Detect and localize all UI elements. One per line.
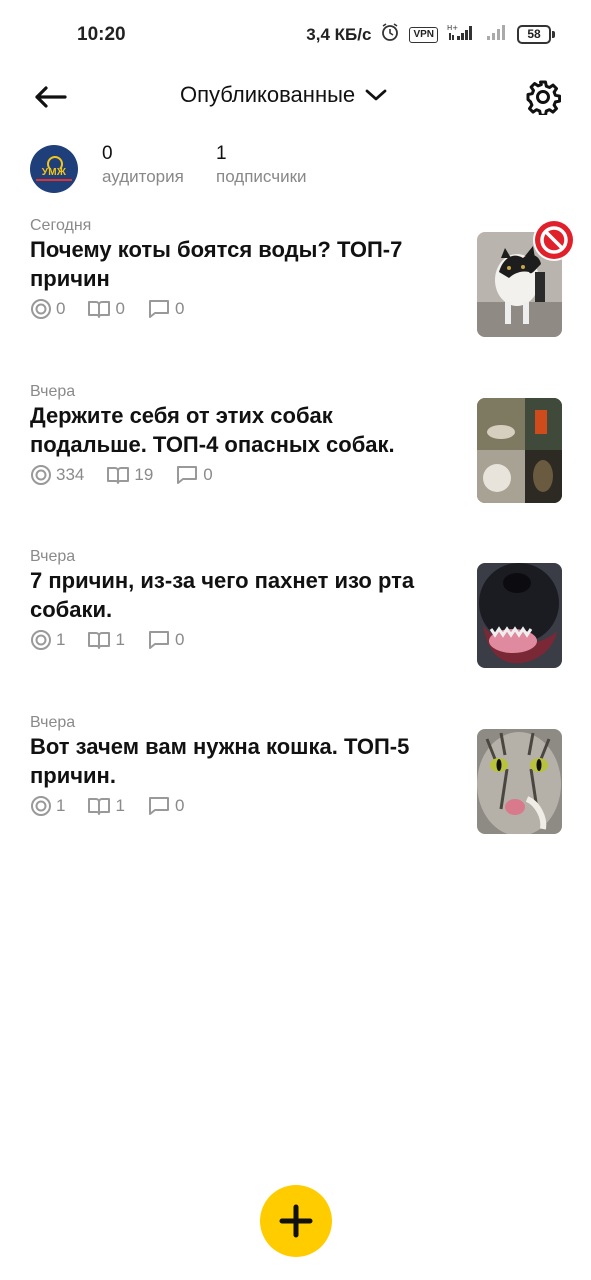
plus-icon xyxy=(279,1204,313,1238)
views-icon xyxy=(31,796,51,816)
article-date: Вчера xyxy=(30,383,76,400)
comments-stat: 0 xyxy=(147,796,184,816)
comment-icon xyxy=(148,300,169,318)
signal-2-icon xyxy=(486,23,508,46)
views-count: 1 xyxy=(56,796,66,815)
article-stats: 1 1 0 xyxy=(30,629,206,651)
audience-label: аудитория xyxy=(102,167,184,186)
arrow-left-icon xyxy=(35,86,67,108)
blocked-icon xyxy=(532,218,576,262)
add-article-button[interactable] xyxy=(260,1185,332,1257)
status-indicators: 3,4 КБ/с VPN H+ 58 xyxy=(306,22,555,47)
article-title: Держите себя от этих собак подальше. ТОП… xyxy=(30,403,395,457)
reads-count: 1 xyxy=(115,630,125,649)
article-title: 7 причин, из-за чего пахнет изо рта соба… xyxy=(30,568,415,622)
views-stat: 0 xyxy=(30,298,65,320)
svg-text:H+: H+ xyxy=(447,24,458,32)
avatar-label: УМЖ xyxy=(41,167,67,178)
comments-stat: 0 xyxy=(147,630,184,650)
article-stats: 1 1 0 xyxy=(30,795,206,817)
article-item[interactable]: Вчера 7 причин, из-за чего пахнет изо рт… xyxy=(30,548,562,668)
status-bar: 10:20 3,4 КБ/с VPN H+ 58 xyxy=(0,0,591,70)
subscribers-stat[interactable]: 1 подписчики xyxy=(216,143,307,187)
article-date: Сегодня xyxy=(30,217,92,234)
views-stat: 334 xyxy=(30,464,84,486)
network-speed: 3,4 КБ/с xyxy=(306,24,372,44)
views-icon xyxy=(31,299,51,319)
book-icon xyxy=(88,798,111,815)
vpn-badge: VPN xyxy=(409,26,438,43)
comments-count: 0 xyxy=(174,796,185,815)
comment-icon xyxy=(148,797,169,815)
article-title: Вот зачем вам нужна кошка. ТОП-5 причин. xyxy=(30,734,410,788)
reads-count: 19 xyxy=(134,465,154,484)
article-thumbnail xyxy=(477,563,562,668)
comments-count: 0 xyxy=(203,465,213,484)
reads-stat: 1 xyxy=(87,796,125,816)
article-date: Вчера xyxy=(30,714,76,731)
views-count: 1 xyxy=(56,630,66,649)
comments-count: 0 xyxy=(174,299,185,318)
comments-count: 0 xyxy=(174,630,185,649)
comments-stat: 0 xyxy=(175,465,213,485)
article-stats: 0 0 0 xyxy=(30,298,206,320)
reads-stat: 0 xyxy=(87,299,125,319)
article-stats: 334 19 0 xyxy=(30,464,235,486)
app-header: Опубликованные xyxy=(0,70,591,125)
views-icon xyxy=(31,630,51,650)
article-title: Почему коты боятся воды? ТОП-7 причин xyxy=(30,237,403,291)
chevron-down-icon xyxy=(365,89,387,101)
audience-stat[interactable]: 0 аудитория xyxy=(102,143,184,187)
reads-count: 0 xyxy=(115,299,125,318)
filter-dropdown[interactable]: Опубликованные xyxy=(180,82,387,108)
comment-icon xyxy=(177,466,198,484)
avatar[interactable]: УМЖ xyxy=(30,145,78,193)
alarm-icon xyxy=(380,22,400,47)
signal-icon: H+ xyxy=(447,23,477,46)
article-item[interactable]: Вчера Держите себя от этих собак подальш… xyxy=(30,383,562,503)
reads-stat: 1 xyxy=(87,630,125,650)
comment-icon xyxy=(148,631,169,649)
book-icon xyxy=(107,467,130,484)
status-time: 10:20 xyxy=(77,24,126,45)
views-count: 334 xyxy=(56,465,85,484)
views-count: 0 xyxy=(56,299,66,318)
views-stat: 1 xyxy=(30,795,65,817)
book-icon xyxy=(88,301,111,318)
subscribers-label: подписчики xyxy=(216,167,307,186)
subscribers-value: 1 xyxy=(216,143,227,164)
article-item[interactable]: Вчера Вот зачем вам нужна кошка. ТОП-5 п… xyxy=(30,714,562,834)
battery-level: 58 xyxy=(517,25,551,44)
page-title: Опубликованные xyxy=(180,82,356,107)
views-stat: 1 xyxy=(30,629,65,651)
reads-count: 1 xyxy=(115,796,125,815)
back-button[interactable] xyxy=(31,80,69,114)
profile-stats: УМЖ 0 аудитория 1 подписчики xyxy=(30,143,570,195)
gear-icon xyxy=(526,80,562,117)
article-item[interactable]: Сегодня Почему коты боятся воды? ТОП-7 п… xyxy=(30,217,575,337)
battery-icon: 58 xyxy=(517,25,555,44)
article-thumbnail xyxy=(477,398,562,503)
reads-stat: 19 xyxy=(106,465,153,485)
comments-stat: 0 xyxy=(147,299,184,319)
settings-button[interactable] xyxy=(525,79,562,117)
views-icon xyxy=(31,465,51,485)
audience-value: 0 xyxy=(102,143,113,164)
book-icon xyxy=(88,632,111,649)
article-thumbnail xyxy=(477,729,562,834)
article-date: Вчера xyxy=(30,548,76,565)
